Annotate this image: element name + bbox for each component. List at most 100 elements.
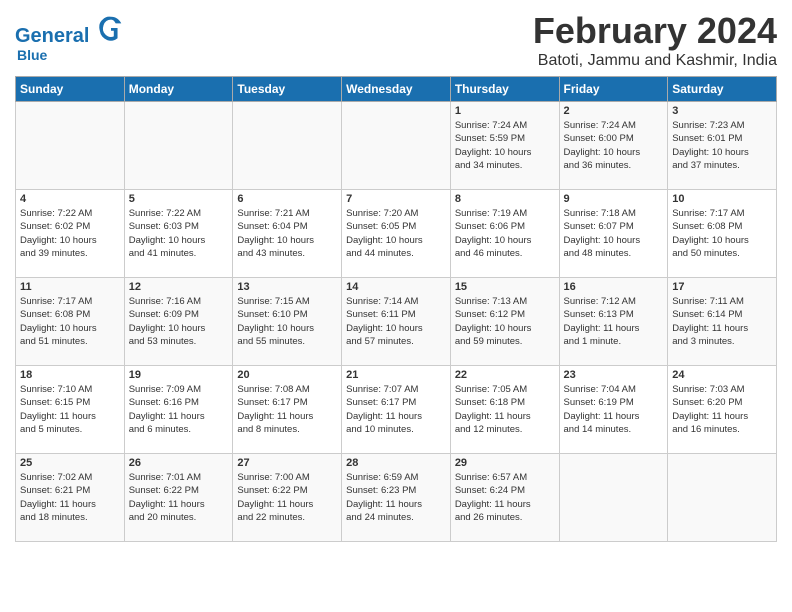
- calendar-cell: 4 Sunrise: 7:22 AM Sunset: 6:02 PM Daylig…: [16, 190, 125, 278]
- day-info: Sunrise: 7:02 AM Sunset: 6:21 PM Dayligh…: [20, 471, 120, 524]
- calendar-cell: 11Sunrise: 7:17 AM Sunset: 6:08 PM Dayli…: [16, 278, 125, 366]
- calendar-cell: [124, 102, 233, 190]
- calendar-cell: 26 Sunrise: 7:01 AM Sunset: 6:22 PM Dayli…: [124, 454, 233, 542]
- day-number: 27: [237, 457, 337, 469]
- col-header-monday: Monday: [124, 77, 233, 102]
- logo: General Blue: [15, 14, 125, 63]
- day-info: Sunrise: 7:24 AM Sunset: 5:59 PM Dayligh…: [455, 119, 555, 172]
- day-info: Sunrise: 7:11 AM Sunset: 6:14 PM Dayligh…: [672, 295, 772, 348]
- calendar-cell: 14 Sunrise: 7:14 AM Sunset: 6:11 PM Dayli…: [342, 278, 451, 366]
- day-number: 15: [455, 281, 555, 293]
- header: General Blue February 2024 Batoti, Jammu…: [15, 10, 777, 70]
- day-number: 29: [455, 457, 555, 469]
- calendar-cell: 8 Sunrise: 7:19 AM Sunset: 6:06 PM Daylig…: [450, 190, 559, 278]
- day-info: Sunrise: 7:22 AM Sunset: 6:02 PM Dayligh…: [20, 207, 120, 260]
- calendar-cell: 7Sunrise: 7:20 AM Sunset: 6:05 PM Daylig…: [342, 190, 451, 278]
- week-row-2: 11Sunrise: 7:17 AM Sunset: 6:08 PM Dayli…: [16, 278, 777, 366]
- day-info: Sunrise: 7:14 AM Sunset: 6:11 PM Dayligh…: [346, 295, 446, 348]
- calendar-cell: 9Sunrise: 7:18 AM Sunset: 6:07 PM Daylig…: [559, 190, 668, 278]
- day-number: 6: [237, 193, 337, 205]
- day-number: 16: [564, 281, 664, 293]
- day-info: Sunrise: 7:00 AM Sunset: 6:22 PM Dayligh…: [237, 471, 337, 524]
- day-number: 11: [20, 281, 120, 293]
- week-row-0: 1 Sunrise: 7:24 AM Sunset: 5:59 PM Daylig…: [16, 102, 777, 190]
- calendar-cell: 22Sunrise: 7:05 AM Sunset: 6:18 PM Dayli…: [450, 366, 559, 454]
- col-header-sunday: Sunday: [16, 77, 125, 102]
- calendar-cell: [342, 102, 451, 190]
- calendar-cell: 10 Sunrise: 7:17 AM Sunset: 6:08 PM Dayli…: [668, 190, 777, 278]
- calendar-cell: [668, 454, 777, 542]
- calendar-cell: 1 Sunrise: 7:24 AM Sunset: 5:59 PM Daylig…: [450, 102, 559, 190]
- day-info: Sunrise: 7:16 AM Sunset: 6:09 PM Dayligh…: [129, 295, 229, 348]
- calendar-cell: 2 Sunrise: 7:24 AM Sunset: 6:00 PM Daylig…: [559, 102, 668, 190]
- day-info: Sunrise: 6:57 AM Sunset: 6:24 PM Dayligh…: [455, 471, 555, 524]
- day-number: 8: [455, 193, 555, 205]
- day-number: 13: [237, 281, 337, 293]
- location-title: Batoti, Jammu and Kashmir, India: [533, 52, 777, 70]
- day-number: 17: [672, 281, 772, 293]
- day-number: 4: [20, 193, 120, 205]
- calendar-cell: 3 Sunrise: 7:23 AM Sunset: 6:01 PM Daylig…: [668, 102, 777, 190]
- day-number: 1: [455, 105, 555, 117]
- day-info: Sunrise: 7:01 AM Sunset: 6:22 PM Dayligh…: [129, 471, 229, 524]
- day-number: 3: [672, 105, 772, 117]
- calendar-cell: 17 Sunrise: 7:11 AM Sunset: 6:14 PM Dayli…: [668, 278, 777, 366]
- calendar-cell: 28 Sunrise: 6:59 AM Sunset: 6:23 PM Dayli…: [342, 454, 451, 542]
- month-title: February 2024: [533, 10, 777, 52]
- calendar-cell: 19 Sunrise: 7:09 AM Sunset: 6:16 PM Dayli…: [124, 366, 233, 454]
- title-area: February 2024 Batoti, Jammu and Kashmir,…: [533, 10, 777, 70]
- calendar-cell: 29 Sunrise: 6:57 AM Sunset: 6:24 PM Dayli…: [450, 454, 559, 542]
- col-header-saturday: Saturday: [668, 77, 777, 102]
- week-row-1: 4 Sunrise: 7:22 AM Sunset: 6:02 PM Daylig…: [16, 190, 777, 278]
- calendar-cell: 20Sunrise: 7:08 AM Sunset: 6:17 PM Dayli…: [233, 366, 342, 454]
- calendar-cell: 15 Sunrise: 7:13 AM Sunset: 6:12 PM Dayli…: [450, 278, 559, 366]
- day-info: Sunrise: 7:23 AM Sunset: 6:01 PM Dayligh…: [672, 119, 772, 172]
- calendar-cell: 21Sunrise: 7:07 AM Sunset: 6:17 PM Dayli…: [342, 366, 451, 454]
- col-header-thursday: Thursday: [450, 77, 559, 102]
- calendar-cell: [16, 102, 125, 190]
- week-row-3: 18 Sunrise: 7:10 AM Sunset: 6:15 PM Dayli…: [16, 366, 777, 454]
- day-info: Sunrise: 7:05 AM Sunset: 6:18 PM Dayligh…: [455, 383, 555, 436]
- day-number: 5: [129, 193, 229, 205]
- day-number: 24: [672, 369, 772, 381]
- day-number: 28: [346, 457, 446, 469]
- calendar-cell: 12 Sunrise: 7:16 AM Sunset: 6:09 PM Dayli…: [124, 278, 233, 366]
- day-number: 10: [672, 193, 772, 205]
- day-info: Sunrise: 7:21 AM Sunset: 6:04 PM Dayligh…: [237, 207, 337, 260]
- calendar-cell: 5 Sunrise: 7:22 AM Sunset: 6:03 PM Daylig…: [124, 190, 233, 278]
- day-number: 25: [20, 457, 120, 469]
- calendar-table: SundayMondayTuesdayWednesdayThursdayFrid…: [15, 76, 777, 542]
- col-header-tuesday: Tuesday: [233, 77, 342, 102]
- day-info: Sunrise: 7:13 AM Sunset: 6:12 PM Dayligh…: [455, 295, 555, 348]
- day-info: Sunrise: 7:19 AM Sunset: 6:06 PM Dayligh…: [455, 207, 555, 260]
- day-number: 7: [346, 193, 446, 205]
- day-info: Sunrise: 7:10 AM Sunset: 6:15 PM Dayligh…: [20, 383, 120, 436]
- day-number: 19: [129, 369, 229, 381]
- logo-blue: Blue: [17, 47, 125, 63]
- day-info: Sunrise: 7:22 AM Sunset: 6:03 PM Dayligh…: [129, 207, 229, 260]
- day-info: Sunrise: 7:12 AM Sunset: 6:13 PM Dayligh…: [564, 295, 664, 348]
- calendar-cell: 6 Sunrise: 7:21 AM Sunset: 6:04 PM Daylig…: [233, 190, 342, 278]
- calendar-cell: 25 Sunrise: 7:02 AM Sunset: 6:21 PM Dayli…: [16, 454, 125, 542]
- day-number: 12: [129, 281, 229, 293]
- calendar-cell: 23 Sunrise: 7:04 AM Sunset: 6:19 PM Dayli…: [559, 366, 668, 454]
- day-info: Sunrise: 7:24 AM Sunset: 6:00 PM Dayligh…: [564, 119, 664, 172]
- day-number: 18: [20, 369, 120, 381]
- day-info: Sunrise: 7:04 AM Sunset: 6:19 PM Dayligh…: [564, 383, 664, 436]
- day-number: 26: [129, 457, 229, 469]
- day-info: Sunrise: 7:17 AM Sunset: 6:08 PM Dayligh…: [672, 207, 772, 260]
- day-info: Sunrise: 6:59 AM Sunset: 6:23 PM Dayligh…: [346, 471, 446, 524]
- day-info: Sunrise: 7:09 AM Sunset: 6:16 PM Dayligh…: [129, 383, 229, 436]
- day-number: 23: [564, 369, 664, 381]
- day-info: Sunrise: 7:08 AM Sunset: 6:17 PM Dayligh…: [237, 383, 337, 436]
- day-number: 9: [564, 193, 664, 205]
- calendar-cell: 24 Sunrise: 7:03 AM Sunset: 6:20 PM Dayli…: [668, 366, 777, 454]
- day-info: Sunrise: 7:03 AM Sunset: 6:20 PM Dayligh…: [672, 383, 772, 436]
- day-number: 2: [564, 105, 664, 117]
- day-info: Sunrise: 7:07 AM Sunset: 6:17 PM Dayligh…: [346, 383, 446, 436]
- day-number: 14: [346, 281, 446, 293]
- calendar-cell: 18 Sunrise: 7:10 AM Sunset: 6:15 PM Dayli…: [16, 366, 125, 454]
- calendar-cell: 16 Sunrise: 7:12 AM Sunset: 6:13 PM Dayli…: [559, 278, 668, 366]
- col-header-friday: Friday: [559, 77, 668, 102]
- day-info: Sunrise: 7:15 AM Sunset: 6:10 PM Dayligh…: [237, 295, 337, 348]
